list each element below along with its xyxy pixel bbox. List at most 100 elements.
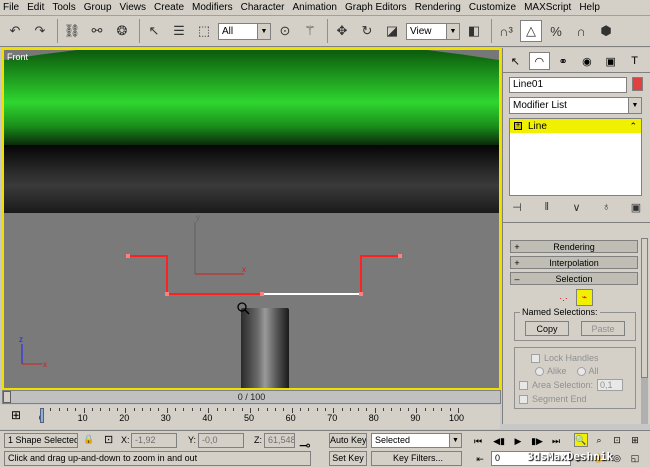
front-viewport[interactable]: x y z x Front: [2, 48, 501, 390]
trackbar[interactable]: ⊞ 0102030405060708090100: [0, 405, 500, 429]
maximize-viewport-icon[interactable]: ◱: [628, 451, 642, 465]
object-name-field[interactable]: Line01: [509, 77, 627, 93]
menu-file[interactable]: File: [3, 2, 19, 13]
snap-3d-icon[interactable]: ∩³: [495, 20, 517, 42]
show-end-result-icon[interactable]: ‖: [539, 201, 555, 217]
create-tab-icon[interactable]: ↖: [505, 52, 526, 70]
stack-item-line[interactable]: + Line ⌃: [510, 119, 641, 133]
vertex-level-icon[interactable]: ·.·: [555, 289, 572, 306]
make-unique-icon[interactable]: ∨: [569, 201, 585, 217]
trackbar-tick: [299, 408, 301, 411]
menu-character[interactable]: Character: [241, 2, 285, 13]
menu-graph-editors[interactable]: Graph Editors: [345, 2, 407, 13]
rollout-rendering[interactable]: + Rendering: [510, 240, 638, 253]
absolute-mode-icon[interactable]: ⊡: [104, 433, 113, 446]
auto-key-button[interactable]: Auto Key: [329, 433, 367, 448]
next-frame-icon[interactable]: ▮▶: [530, 434, 544, 448]
key-mode-value: Selected: [375, 435, 411, 445]
area-selection-spinner[interactable]: 0,1: [597, 379, 624, 391]
segment-end-checkbox[interactable]: [519, 394, 528, 404]
hierarchy-tab-icon[interactable]: ⚭: [553, 52, 574, 70]
pin-stack-icon[interactable]: ⊣: [509, 201, 525, 217]
rotate-icon[interactable]: ↻: [356, 20, 378, 42]
lock-handles-row: Lock Handles: [531, 353, 631, 363]
time-slider[interactable]: 0 / 100: [2, 390, 501, 404]
alike-radio[interactable]: [535, 366, 544, 376]
collapse-icon: –: [514, 273, 520, 284]
remove-modifier-icon[interactable]: ♁: [598, 201, 614, 217]
area-selection-checkbox[interactable]: [519, 380, 528, 390]
x-label: X:: [121, 435, 130, 445]
rollout-interpolation[interactable]: + Interpolation: [510, 256, 638, 269]
go-to-end-icon[interactable]: ⏭: [549, 434, 563, 448]
trackbar-tick: [100, 408, 102, 411]
zoom-extents-all-icon[interactable]: ⊞: [628, 433, 642, 447]
segment-level-icon[interactable]: ⌁: [576, 289, 593, 306]
z-coordinate-field[interactable]: 61,548: [264, 433, 295, 448]
pivot-center-icon[interactable]: ◧: [463, 20, 485, 42]
key-filters-button[interactable]: Key Filters...: [371, 451, 462, 466]
key-mode-dropdown[interactable]: Selected ▼: [371, 433, 462, 448]
display-tab-icon[interactable]: ▣: [600, 52, 621, 70]
unlink-icon[interactable]: ⚯: [86, 20, 108, 42]
viewport-label[interactable]: Front: [7, 52, 28, 62]
percent-snap-icon[interactable]: %: [545, 20, 567, 42]
paste-button[interactable]: Paste: [581, 321, 625, 336]
selection-filter-dropdown[interactable]: All ▼: [218, 22, 271, 40]
zoom-all-icon[interactable]: ⌕: [592, 433, 606, 447]
viewport-overlay: x y z x: [4, 50, 499, 369]
command-panel-scrollbar[interactable]: [641, 238, 648, 424]
reference-coordinate-dropdown[interactable]: View ▼: [406, 22, 460, 40]
move-icon[interactable]: ✥: [331, 20, 353, 42]
menu-views[interactable]: Views: [120, 2, 147, 13]
redo-icon[interactable]: ↷: [29, 20, 51, 42]
configure-sets-icon[interactable]: ▣: [628, 201, 644, 217]
modify-tab-icon[interactable]: ◠: [528, 52, 550, 70]
undo-icon[interactable]: ↶: [4, 20, 26, 42]
menu-create[interactable]: Create: [154, 2, 184, 13]
x-coordinate-field[interactable]: -1,92: [131, 433, 177, 448]
select-manipulate-icon[interactable]: ⚚: [299, 20, 321, 42]
spinner-snap-icon[interactable]: ∩: [570, 20, 592, 42]
all-radio[interactable]: [576, 366, 586, 376]
copy-button[interactable]: Copy: [525, 321, 569, 336]
lock-handles-checkbox[interactable]: [531, 353, 540, 363]
play-icon[interactable]: ▶: [511, 434, 525, 448]
angle-snap-icon[interactable]: △: [520, 20, 542, 42]
select-by-name-icon[interactable]: ☰: [168, 20, 190, 42]
selection-region-icon[interactable]: ⬚: [193, 20, 215, 42]
bind-space-warp-icon[interactable]: ❂: [111, 20, 133, 42]
lock-selection-icon[interactable]: 🔒: [83, 434, 94, 445]
menu-group[interactable]: Group: [84, 2, 112, 13]
set-key-button[interactable]: Set Key: [329, 451, 367, 466]
go-to-start-icon[interactable]: ⏮: [471, 434, 485, 448]
menu-animation[interactable]: Animation: [293, 2, 337, 13]
select-object-icon[interactable]: ↖: [143, 20, 165, 42]
expand-icon[interactable]: +: [514, 122, 522, 130]
link-icon[interactable]: ⛓: [61, 20, 83, 42]
curve-editor-icon[interactable]: ⊞: [11, 408, 21, 422]
rollout-selection[interactable]: – Selection: [510, 272, 638, 285]
utilities-tab-icon[interactable]: T: [624, 52, 645, 70]
prompt-line: Click and drag up-and-down to zoom in an…: [4, 451, 311, 466]
menu-tools[interactable]: Tools: [52, 2, 75, 13]
menu-customize[interactable]: Customize: [469, 2, 516, 13]
key-mode-toggle-icon[interactable]: ⇤: [473, 452, 487, 466]
menu-rendering[interactable]: Rendering: [415, 2, 461, 13]
motion-tab-icon[interactable]: ◉: [577, 52, 598, 70]
render-scene-icon[interactable]: ⬢: [595, 20, 617, 42]
previous-frame-icon[interactable]: ◀▮: [492, 434, 506, 448]
zoom-icon[interactable]: 🔍: [574, 433, 588, 447]
trackbar-tick: [116, 408, 118, 411]
menu-help[interactable]: Help: [579, 2, 600, 13]
scale-icon[interactable]: ◪: [381, 20, 403, 42]
modifier-list-dropdown[interactable]: Modifier List ▼: [509, 97, 642, 114]
menu-edit[interactable]: Edit: [27, 2, 44, 13]
menu-modifiers[interactable]: Modifiers: [192, 2, 233, 13]
scrollbar-thumb[interactable]: [641, 238, 648, 378]
y-coordinate-field[interactable]: -0,0: [198, 433, 244, 448]
object-color-swatch[interactable]: [632, 77, 643, 91]
select-and-move-icon[interactable]: ⊙: [274, 20, 296, 42]
menu-maxscript[interactable]: MAXScript: [524, 2, 571, 13]
zoom-extents-icon[interactable]: ⊡: [610, 433, 624, 447]
